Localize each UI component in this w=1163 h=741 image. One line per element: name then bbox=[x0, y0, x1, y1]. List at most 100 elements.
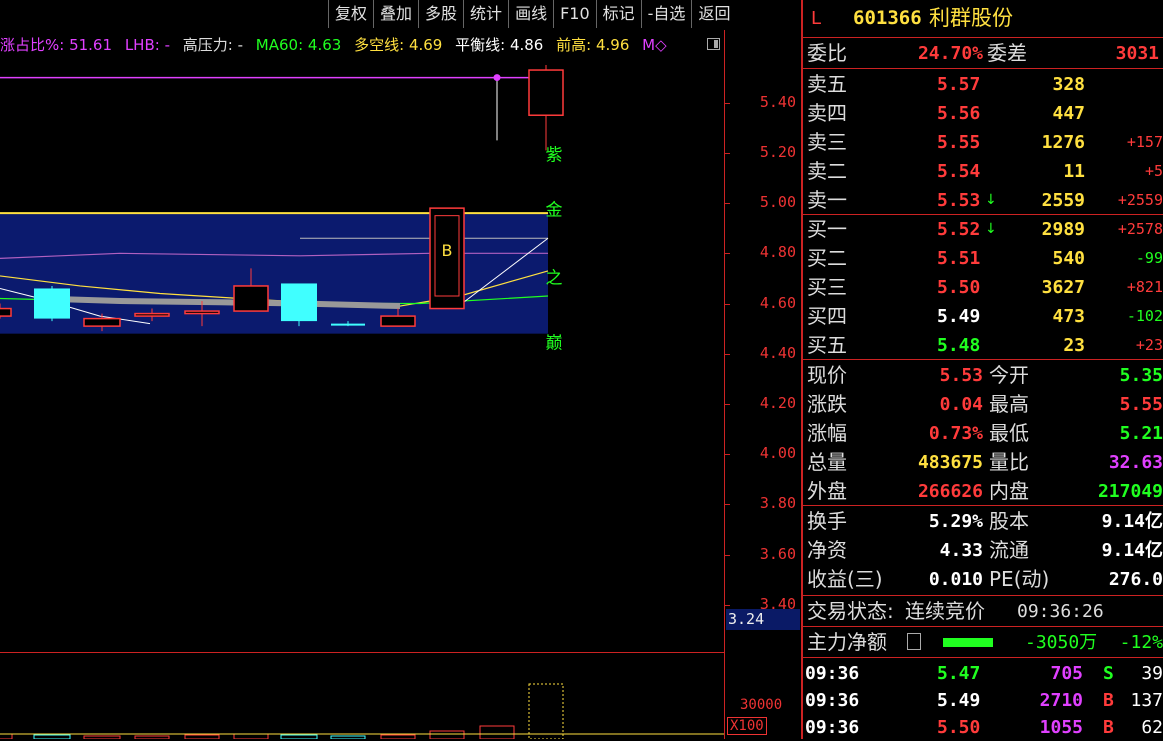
toolbar-button-8[interactable]: 返回 bbox=[691, 0, 736, 28]
mainforce-row[interactable]: 主力净额 -3050万 -12% bbox=[803, 628, 1163, 657]
toolbar-button-4[interactable]: 画线 bbox=[508, 0, 553, 28]
toolbar-button-3[interactable]: 统计 bbox=[463, 0, 508, 28]
panel-toggle-icon[interactable] bbox=[707, 38, 720, 50]
toolbar-button-6[interactable]: 标记 bbox=[595, 0, 641, 28]
quote-value: 5.55 bbox=[1119, 394, 1163, 415]
buy-row[interactable]: 买五 5.48 23 +23 bbox=[803, 331, 1163, 360]
candle-body bbox=[34, 288, 70, 319]
volume-bar bbox=[380, 734, 416, 739]
zhan-label: 涨占比%: bbox=[0, 36, 70, 54]
price-tick-label: 4.80 bbox=[759, 243, 796, 262]
sell-price: 5.55 bbox=[937, 132, 981, 153]
weibi-label: 委比 bbox=[807, 41, 847, 65]
price-tick-mark bbox=[725, 353, 730, 355]
candle-body bbox=[281, 283, 317, 322]
quote-value: 483675 bbox=[917, 452, 983, 473]
mainforce-pct: -12% bbox=[1119, 632, 1163, 653]
buy-row[interactable]: 买三 5.50 3627 +821 bbox=[803, 273, 1163, 302]
toolbar-button-1[interactable]: 叠加 bbox=[373, 0, 418, 28]
quote-row: 外盘 266626 内盘 217049 bbox=[803, 477, 1163, 506]
price-tick-mark bbox=[725, 253, 730, 255]
buy-row[interactable]: 买一 5.52 ↓ 2989 +2578 bbox=[803, 215, 1163, 244]
quote-label: 量比 bbox=[989, 450, 1029, 474]
fund-label: 换手 bbox=[807, 509, 847, 533]
buy-price: 5.48 bbox=[937, 335, 981, 356]
zhan-indicator: 涨占比%: 51.61 bbox=[0, 36, 112, 54]
buy-price: 5.52 bbox=[937, 219, 981, 240]
chart-label-char: 之 bbox=[546, 268, 563, 288]
tick-row: 09:36 5.49 2710 B 137 bbox=[803, 687, 1163, 714]
fund-label: 股本 bbox=[989, 509, 1029, 533]
gyl-value: - bbox=[237, 36, 244, 54]
volume-chart[interactable] bbox=[0, 652, 724, 739]
volume-bar bbox=[33, 734, 71, 739]
gyl-label: 高压力: bbox=[182, 36, 238, 54]
buy-volume: 3627 bbox=[1041, 277, 1085, 298]
buy-row[interactable]: 买四 5.49 473 -102 bbox=[803, 302, 1163, 331]
status-time: 09:36:26 bbox=[1017, 601, 1104, 622]
weicha-label: 委差 bbox=[987, 41, 1027, 65]
tick-volume: 705 bbox=[1050, 663, 1083, 684]
sell-level-label: 卖四 bbox=[807, 101, 847, 125]
divider bbox=[803, 626, 1163, 627]
ma60-indicator: MA60: 4.63 bbox=[256, 36, 342, 54]
down-arrow-icon: ↓ bbox=[985, 192, 997, 208]
qg-label: 前高: bbox=[556, 36, 596, 54]
status-label: 交易状态: bbox=[807, 599, 894, 623]
divider bbox=[803, 505, 1163, 506]
indicator-bar: 涨占比%: 51.61 LHB: - 高压力: - MA60: 4.63 多空线… bbox=[0, 31, 724, 59]
fund-label: PE(动) bbox=[989, 567, 1050, 591]
tick-price: 5.47 bbox=[937, 663, 981, 684]
toolbar-button-0[interactable]: 复权 bbox=[328, 0, 373, 28]
price-tick-label: 4.60 bbox=[759, 293, 796, 312]
more-indicators-button[interactable]: M◇ bbox=[642, 36, 666, 54]
sell-change: +157 bbox=[1126, 133, 1163, 151]
stock-code: 601366 bbox=[853, 7, 922, 29]
tick-price: 5.50 bbox=[937, 717, 981, 738]
mainforce-label: 主力净额 bbox=[807, 630, 887, 654]
candle-body bbox=[83, 317, 121, 327]
toolbar-button-2[interactable]: 多股 bbox=[418, 0, 463, 28]
zhan-value: 51.61 bbox=[69, 36, 113, 54]
fund-value: 9.14亿 bbox=[1101, 511, 1163, 532]
sell-level-label: 卖二 bbox=[807, 159, 847, 183]
fund-row: 收益(三) 0.010 PE(动) 276.0 bbox=[803, 565, 1163, 594]
sell-row[interactable]: 卖三 5.55 1276 +157 bbox=[803, 128, 1163, 157]
buy-price: 5.50 bbox=[937, 277, 981, 298]
price-tick-label: 5.20 bbox=[759, 142, 796, 161]
ma60-value: 4.63 bbox=[307, 36, 342, 54]
mainforce-value: -3050万 bbox=[1025, 632, 1098, 653]
list-icon[interactable] bbox=[907, 633, 921, 650]
tick-volume: 1055 bbox=[1039, 717, 1083, 738]
candle-body bbox=[0, 307, 12, 317]
volume-bar-current bbox=[528, 683, 564, 739]
sell-volume: 328 bbox=[1052, 74, 1085, 95]
sell-price: 5.56 bbox=[937, 103, 981, 124]
sell-row[interactable]: 卖一 5.53 ↓ 2559 +2559 bbox=[803, 186, 1163, 215]
stock-name: 利群股份 bbox=[929, 6, 1013, 30]
gyl-indicator: 高压力: - bbox=[183, 36, 243, 54]
sell-row[interactable]: 卖二 5.54 11 +5 bbox=[803, 157, 1163, 186]
toolbar-button-5[interactable]: F10 bbox=[553, 0, 596, 28]
fund-value: 5.29% bbox=[928, 511, 983, 532]
price-tick-mark bbox=[725, 554, 730, 556]
status-value: 连续竞价 bbox=[905, 599, 985, 623]
quote-label: 内盘 bbox=[989, 479, 1029, 503]
buy-row[interactable]: 买二 5.51 540 -99 bbox=[803, 244, 1163, 273]
tick-price: 5.49 bbox=[937, 690, 981, 711]
sell-row[interactable]: 卖四 5.56 447 bbox=[803, 99, 1163, 128]
fund-value: 9.14亿 bbox=[1101, 540, 1163, 561]
price-tick-mark bbox=[725, 454, 730, 456]
candle-body bbox=[528, 69, 564, 116]
chart-label-char: 紫 bbox=[546, 145, 563, 165]
chart-toolbar: 复权 叠加 多股 统计 画线 F10 标记 -自选 返回 bbox=[328, 0, 736, 30]
buy-price: 5.51 bbox=[937, 248, 981, 269]
sell-change: +5 bbox=[1144, 162, 1163, 180]
toolbar-button-7[interactable]: -自选 bbox=[640, 0, 692, 28]
candlestick-chart[interactable]: B 紫金之巅 bbox=[0, 60, 724, 650]
price-tick-label: 5.40 bbox=[759, 92, 796, 111]
quote-value: 5.53 bbox=[939, 365, 983, 386]
fund-value: 4.33 bbox=[939, 540, 983, 561]
quote-row: 涨跌 0.04 最高 5.55 bbox=[803, 390, 1163, 419]
sell-row[interactable]: 卖五 5.57 328 bbox=[803, 70, 1163, 99]
